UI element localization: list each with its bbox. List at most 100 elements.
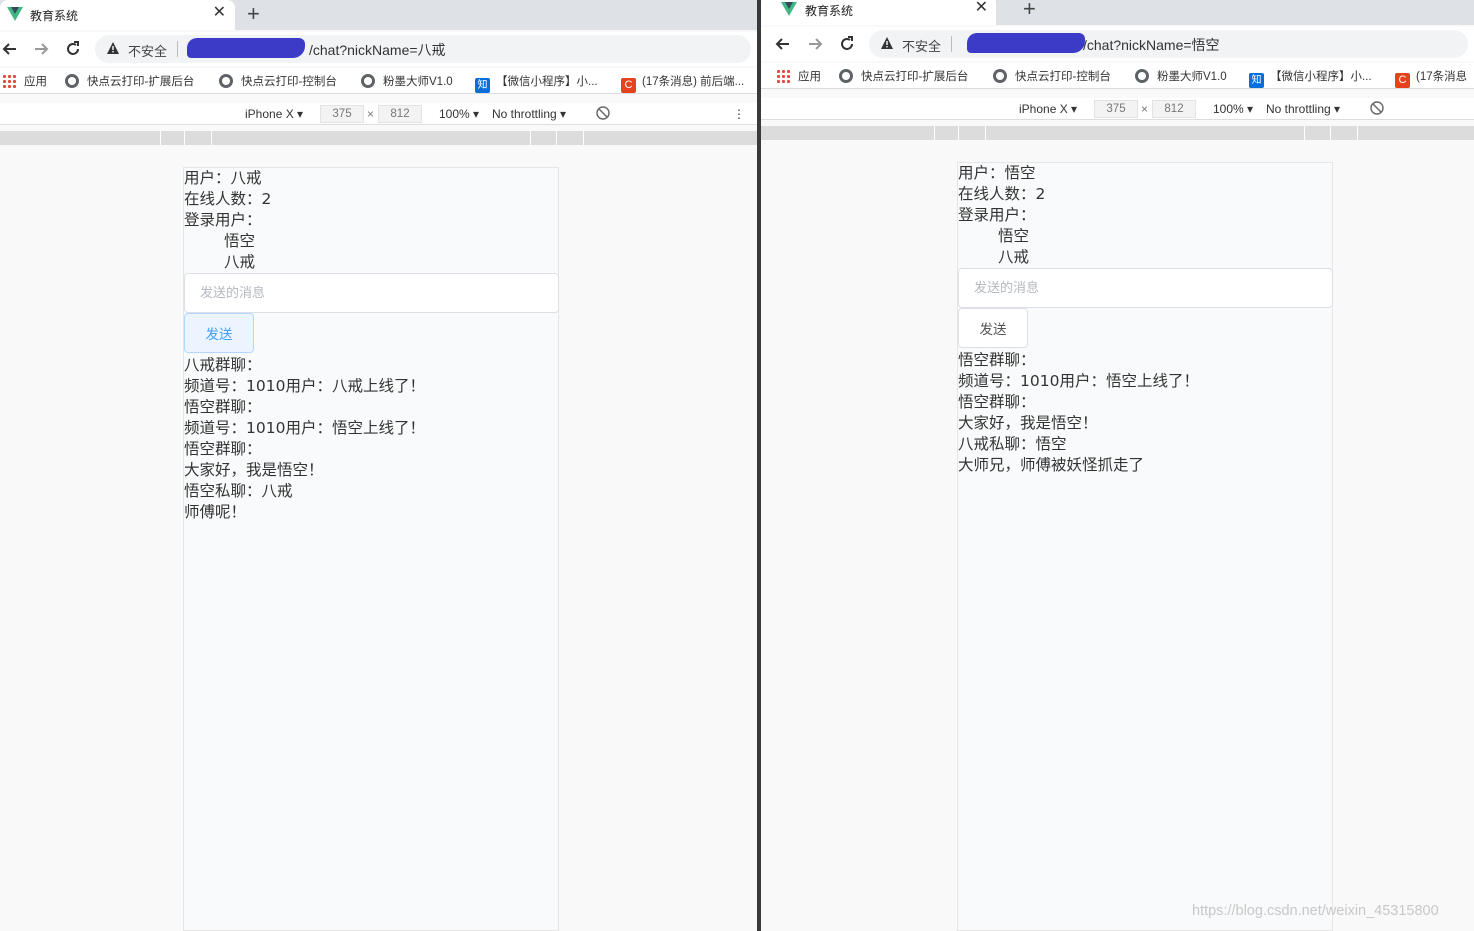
- bookmark-label: 快点云打印-控制台: [1015, 71, 1111, 83]
- browser-tab[interactable]: 教育系统 ✕: [761, 0, 996, 25]
- login-users-label: 登录用户：: [958, 206, 1036, 224]
- device-select[interactable]: iPhone X ▾: [1019, 102, 1077, 116]
- device-width-input[interactable]: 375: [1094, 100, 1138, 118]
- ruler-mark: [1304, 126, 1305, 140]
- address-bar[interactable]: 不安全 /chat?nickName=悟空: [869, 30, 1468, 58]
- current-user: 用户：悟空: [958, 164, 1036, 182]
- bookmark-item[interactable]: 知【微信小程序】小...: [1249, 68, 1372, 88]
- message-input[interactable]: [958, 268, 1333, 308]
- address-toolbar: 不安全 /chat?nickName=悟空: [761, 27, 1474, 61]
- bookmark-item[interactable]: 快点云打印-控制台: [219, 73, 337, 89]
- ruler-mark: [530, 131, 531, 145]
- new-tab-icon[interactable]: +: [1023, 0, 1036, 21]
- bookmark-label: (17条消息) 前后端...: [642, 76, 745, 88]
- reload-icon[interactable]: [63, 39, 83, 59]
- globe-icon: [219, 74, 233, 88]
- device-height-input[interactable]: 812: [1152, 100, 1196, 118]
- rotate-icon[interactable]: [1370, 101, 1384, 115]
- ruler-mark: [958, 126, 959, 140]
- device-toolbar: iPhone X ▾ 375 × 812 100% ▾ No throttlin…: [0, 103, 757, 125]
- device-name: iPhone X: [245, 107, 294, 121]
- bookmark-item[interactable]: C (17条消息) 前后端...: [621, 73, 744, 93]
- warning-icon: [107, 42, 119, 54]
- zoom-value: 100%: [439, 107, 470, 121]
- zoom-select[interactable]: 100% ▾: [1213, 102, 1253, 116]
- tab-strip: 教育系统 ✕ +: [761, 0, 1474, 25]
- bookmark-item[interactable]: 知【微信小程序】小...: [475, 73, 598, 93]
- ruler-mark: [1357, 126, 1358, 140]
- mobile-viewport: 用户：八戒 在线人数：2 登录用户： 悟空 八戒 发送 八戒群聊： 频道号：10…: [183, 167, 559, 931]
- throttle-value: No throttling: [492, 107, 557, 121]
- ruler-mark: [211, 131, 212, 145]
- back-arrow-icon[interactable]: [773, 34, 793, 54]
- bookmarks-bar: 应用 快点云打印-扩展后台 快点云打印-控制台 粉墨大师V1.0 知【微信小程序…: [0, 68, 757, 94]
- device-select[interactable]: iPhone X ▾: [245, 107, 303, 121]
- ruler-mark: [160, 131, 161, 145]
- address-bar[interactable]: 不安全 /chat?nickName=八戒: [95, 35, 751, 63]
- zhihu-icon: 知: [1249, 73, 1264, 88]
- chat-message: 悟空私聊：八戒: [184, 482, 293, 500]
- vue-logo-icon: [781, 2, 797, 16]
- throttle-select[interactable]: No throttling ▾: [1266, 102, 1340, 116]
- browser-tab[interactable]: 教育系统 ✕: [0, 0, 235, 30]
- new-tab-icon[interactable]: +: [247, 2, 260, 26]
- csdn-icon: C: [1395, 73, 1410, 88]
- chat-message: 八戒私聊：悟空: [958, 435, 1067, 453]
- zhihu-icon: 知: [475, 78, 490, 93]
- bookmark-label: 快点云打印-扩展后台: [861, 71, 969, 83]
- reload-icon[interactable]: [837, 34, 857, 54]
- bookmarks-bar: 应用 快点云打印-扩展后台 快点云打印-控制台 粉墨大师V1.0 知【微信小程序…: [761, 63, 1474, 89]
- chat-message: 悟空群聊：: [958, 351, 1036, 369]
- zoom-select[interactable]: 100% ▾: [439, 107, 479, 121]
- csdn-icon: C: [621, 78, 636, 93]
- rotate-icon[interactable]: [596, 106, 610, 120]
- throttle-select[interactable]: No throttling ▾: [492, 107, 566, 121]
- device-toolbar: iPhone X ▾ 375 × 812 100% ▾ No throttlin…: [761, 98, 1474, 120]
- mobile-viewport: 用户：悟空 在线人数：2 登录用户： 悟空 八戒 发送 悟空群聊： 频道号：10…: [957, 162, 1333, 931]
- bookmark-apps[interactable]: 应用: [776, 68, 821, 84]
- ruler-mark: [985, 126, 986, 140]
- bookmark-label: 粉墨大师V1.0: [383, 76, 453, 88]
- ruler-mark: [1330, 126, 1331, 140]
- url-text: /chat?nickName=悟空: [1083, 37, 1220, 53]
- send-button[interactable]: 发送: [184, 313, 254, 353]
- bookmark-item[interactable]: 粉墨大师V1.0: [361, 73, 453, 89]
- tab-title: 教育系统: [30, 9, 79, 23]
- bookmark-apps[interactable]: 应用: [2, 73, 47, 89]
- bookmark-item[interactable]: 快点云打印-扩展后台: [839, 68, 968, 84]
- device-height-input[interactable]: 812: [378, 105, 422, 123]
- globe-icon: [1135, 69, 1149, 83]
- bookmark-label: (17条消息: [1416, 71, 1468, 83]
- bookmark-item[interactable]: C (17条消息: [1395, 68, 1467, 88]
- login-user-item: 悟空: [224, 232, 256, 250]
- omnibox-separator: [177, 41, 178, 57]
- bookmark-item[interactable]: 粉墨大师V1.0: [1135, 68, 1227, 84]
- send-button[interactable]: 发送: [958, 308, 1028, 348]
- device-name: iPhone X: [1019, 102, 1068, 116]
- browser-window-left: 教育系统 ✕ + 不安全 /chat?nickName=八戒 应用 快点云打印-…: [0, 0, 757, 931]
- chat-message: 八戒群聊：: [184, 356, 262, 374]
- watermark: https://blog.csdn.net/weixin_45315800: [1192, 903, 1439, 919]
- forward-arrow-icon[interactable]: [805, 34, 825, 54]
- bookmark-label: 快点云打印-扩展后台: [87, 76, 195, 88]
- chat-message: 频道号：1010用户：八戒上线了！: [184, 377, 425, 395]
- message-input[interactable]: [184, 273, 559, 313]
- device-width-input[interactable]: 375: [320, 105, 364, 123]
- more-options-icon[interactable]: ⋮: [733, 107, 745, 121]
- chat-message: 频道号：1010用户：悟空上线了！: [184, 419, 425, 437]
- vue-logo-icon: [7, 7, 23, 21]
- back-arrow-icon[interactable]: [0, 39, 20, 59]
- ruler-mark: [934, 126, 935, 140]
- bookmark-item[interactable]: 快点云打印-控制台: [993, 68, 1111, 84]
- bookmark-item[interactable]: 快点云打印-扩展后台: [65, 73, 194, 89]
- login-users-label: 登录用户：: [184, 211, 262, 229]
- throttle-value: No throttling: [1266, 102, 1331, 116]
- chat-message: 师傅呢！: [184, 503, 247, 521]
- apps-grid-icon: [2, 74, 16, 88]
- forward-arrow-icon[interactable]: [31, 39, 51, 59]
- tab-close-icon[interactable]: ✕: [975, 0, 988, 17]
- bookmark-label: 应用: [24, 76, 47, 88]
- tab-close-icon[interactable]: ✕: [213, 4, 226, 22]
- redacted-host: [187, 38, 305, 58]
- globe-icon: [65, 74, 79, 88]
